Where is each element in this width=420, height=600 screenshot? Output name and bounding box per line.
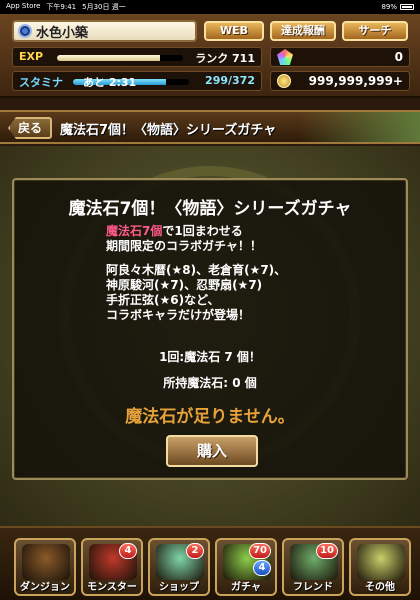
stamina-value: 299/372 [205, 74, 255, 87]
coin-row: 999,999,999+ [270, 71, 410, 91]
nav-item-3[interactable]: 70 4 ガチャ [215, 538, 277, 596]
description-line-5: 手折正弦(★6)など、 [106, 293, 220, 307]
description-line-1: で1回まわせる [162, 224, 243, 238]
settings-gear-icon[interactable] [18, 24, 32, 38]
nav-badge-secondary: 4 [253, 560, 271, 576]
other-ring-icon [357, 544, 405, 580]
battery-percent: 89% [381, 3, 397, 11]
nav-label: モンスター [87, 582, 137, 593]
gacha-dialog: 魔法石7個！〈物語〉シリーズガチャ 魔法石7個で1回まわせる 期間限定のコラボガ… [12, 178, 408, 480]
magic-stone-count: 0 [394, 50, 403, 64]
nav-item-4[interactable]: 10 フレンド [282, 538, 344, 596]
web-button[interactable]: WEB [204, 21, 264, 41]
nav-item-5[interactable]: その他 [349, 538, 411, 596]
nav-label: ダンジョン [20, 582, 70, 593]
nav-label: ガチャ [231, 582, 261, 593]
title-ribbon-decoration [300, 112, 420, 142]
nav-badge: 2 [186, 543, 204, 559]
coin-icon [277, 74, 291, 88]
status-bar: App Store 下午9:41 5月30日 週一 89% [0, 0, 420, 14]
achievements-button[interactable]: 達成報酬 [270, 21, 336, 41]
nav-badge: 70 [249, 543, 271, 559]
nav-badge: 10 [316, 543, 338, 559]
magic-stone-row[interactable]: 0 [270, 47, 410, 67]
status-time: 下午9:41 [46, 3, 77, 11]
battery-icon [400, 4, 414, 10]
status-date: 5月30日 週一 [82, 3, 126, 11]
dialog-title: 魔法石7個！〈物語〉シリーズガチャ [68, 199, 352, 219]
description-line-4: 神原駿河(★7)、忍野扇(★7) [106, 278, 263, 292]
carrier-label[interactable]: App Store [6, 2, 40, 12]
exp-bar-fill [57, 55, 161, 61]
stamina-timer: あと 2:31 [83, 76, 137, 89]
cost-line: 1回:魔法石 7 個！ [159, 350, 261, 364]
nav-label: フレンド [293, 582, 333, 593]
dungeon-gate-icon [22, 544, 70, 580]
owned-stones-line: 所持魔法石: 0 個 [163, 376, 257, 390]
description-line-3: 阿良々木暦(★8)、老倉育(★7)、 [106, 263, 287, 277]
stamina-label: スタミナ [19, 76, 63, 89]
player-header: 水色小築 WEB 達成報酬 サーチ EXP ランク 711 スタミナ あと 2:… [0, 14, 420, 98]
coin-count: 999,999,999+ [308, 74, 403, 88]
nav-item-0[interactable]: ダンジョン [14, 538, 76, 596]
nav-item-2[interactable]: 2 ショップ [148, 538, 210, 596]
rank-text: ランク 711 [195, 52, 255, 65]
nav-label: ショップ [159, 582, 199, 593]
screen-title: 魔法石7個！〈物語〉シリーズガチャ [60, 123, 277, 138]
nav-badge: 4 [119, 543, 137, 559]
stamina-row: スタミナ あと 2:31 299/372 [12, 71, 262, 91]
screen-title-bar: 戻る 魔法石7個！〈物語〉シリーズガチャ [0, 110, 420, 144]
back-button[interactable]: 戻る [8, 117, 52, 139]
description-line-2: 期間限定のコラボガチャ！！ [106, 239, 262, 253]
nav-item-1[interactable]: 4 モンスター [81, 538, 143, 596]
exp-bar [57, 55, 183, 61]
cost-highlight: 魔法石7個 [106, 224, 163, 238]
player-name-box[interactable]: 水色小築 [12, 20, 197, 42]
buy-button[interactable]: 購入 [166, 435, 258, 467]
search-button[interactable]: サーチ [342, 21, 408, 41]
insufficient-stones-warning: 魔法石が足りません。 [125, 407, 295, 427]
nav-label: その他 [365, 582, 395, 593]
exp-label: EXP [19, 50, 44, 63]
exp-row: EXP ランク 711 [12, 47, 262, 67]
player-name: 水色小築 [36, 25, 89, 41]
magic-stone-icon [277, 49, 293, 65]
dialog-description: 魔法石7個で1回まわせる 期間限定のコラボガチャ！！ 阿良々木暦(★8)、老倉育… [106, 224, 386, 323]
description-line-6: コラボキャラだけが登場！ [106, 308, 251, 322]
